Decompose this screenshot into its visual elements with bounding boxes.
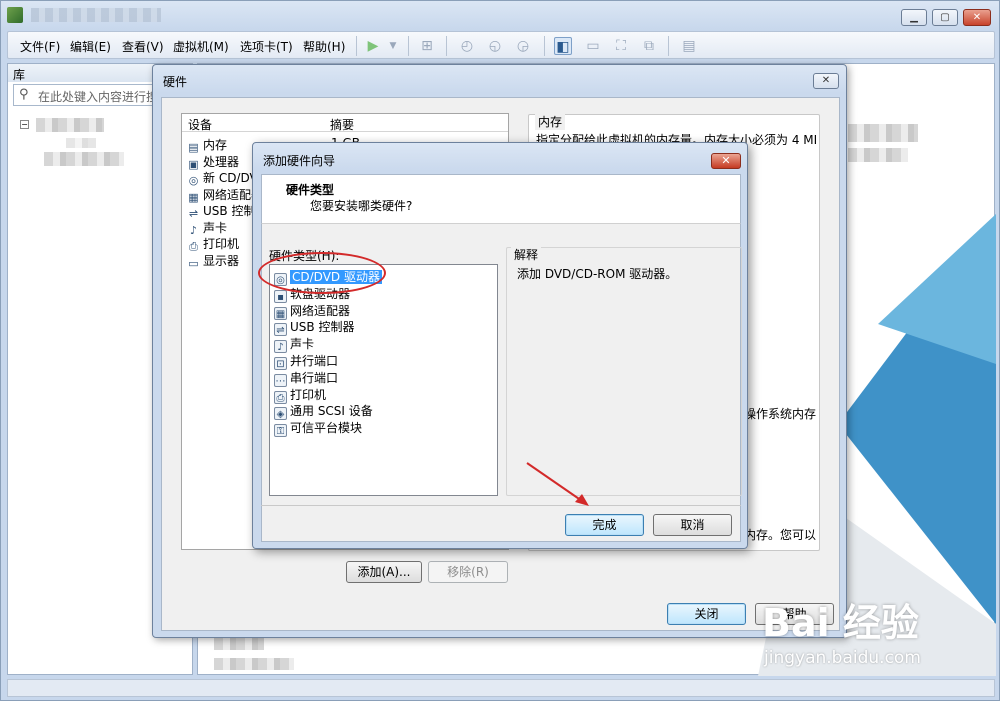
- window-title-blurred: [31, 8, 161, 22]
- menu-vm[interactable]: 虚拟机(M): [173, 38, 229, 55]
- annotation-ellipse: [258, 252, 386, 294]
- memory-title: 内存: [535, 113, 566, 130]
- hardware-type-item[interactable]: ⎙ 打印机: [274, 386, 327, 404]
- finish-button[interactable]: 完成: [565, 514, 644, 536]
- search-icon: ⚲: [19, 87, 29, 102]
- wizard-header: 硬件类型 您要安装哪类硬件?: [261, 174, 741, 224]
- hardware-type-label-text: 可信平台模块: [290, 421, 363, 436]
- device-name: 处理器: [203, 154, 240, 169]
- menu-edit[interactable]: 编辑(E): [70, 38, 111, 55]
- library-view-icon[interactable]: ◧: [554, 37, 572, 55]
- minimize-button[interactable]: ▁: [901, 9, 927, 26]
- hardware-type-list[interactable]: ◎ CD/DVD 驱动器 ▪ 软盘驱动器 ▦ 网络适配器 ⇌ USB 控制器 ♪ 声卡 ⊡ 并行端口 ⋯…: [269, 264, 498, 496]
- toolbar-separator: [668, 36, 669, 56]
- blurred-text: [848, 124, 918, 142]
- device-row[interactable]: ♪ 声卡: [187, 219, 228, 237]
- dialog-title: 硬件: [163, 75, 188, 89]
- memory-description-fragment: 操作系统内存: [744, 407, 817, 421]
- unity-icon[interactable]: ⧉: [640, 37, 658, 55]
- hardware-type-item[interactable]: ⚿ 可信平台模块: [274, 419, 363, 438]
- tree-item-blurred[interactable]: [36, 118, 104, 132]
- hardware-type-label-text: 并行端口: [290, 354, 339, 368]
- explanation-group: [506, 247, 742, 496]
- toolbar-separator: [356, 36, 357, 56]
- memory-description-fragment: 内存。您可以: [744, 528, 817, 542]
- hardware-type-item[interactable]: ⇌ USB 控制器: [274, 318, 355, 337]
- column-header-summary[interactable]: 摘要: [330, 116, 354, 133]
- blurred-text: [214, 658, 294, 670]
- cancel-button[interactable]: 取消: [653, 514, 732, 536]
- toolbar-separator: [544, 36, 545, 56]
- add-hardware-wizard: 添加硬件向导 ✕ 硬件类型 您要安装哪类硬件? 硬件类型(H): ◎ CD/DVD…: [252, 142, 748, 549]
- device-name: 打印机: [203, 237, 240, 251]
- maximize-button[interactable]: ▢: [932, 9, 958, 26]
- device-name: 显示器: [203, 253, 240, 268]
- snapshot-manager-icon[interactable]: ◶: [514, 37, 532, 55]
- status-bar: [7, 679, 995, 697]
- menu-view[interactable]: 查看(V): [122, 38, 164, 55]
- chevron-down-icon[interactable]: ▼: [384, 37, 402, 55]
- annotation-arrow-icon: [526, 462, 589, 506]
- baidu-jingyan-watermark: Bai 经验 jingyan.baidu.com: [762, 592, 994, 676]
- toolbar-separator: [408, 36, 409, 56]
- explanation-text: 添加 DVD/CD-ROM 驱动器。: [517, 267, 678, 281]
- console-view-icon[interactable]: ▤: [680, 37, 698, 55]
- watermark-brand: Bai 经验: [762, 601, 919, 645]
- hardware-type-label-text: 串行端口: [290, 370, 339, 385]
- revert-snapshot-icon[interactable]: ◵: [486, 37, 504, 55]
- app-icon: [7, 7, 23, 23]
- menu-file[interactable]: 文件(F): [20, 38, 60, 55]
- hardware-type-item[interactable]: ♪ 声卡: [274, 335, 315, 354]
- menu-tabs[interactable]: 选项卡(T): [240, 38, 293, 55]
- explanation-title: 解释: [511, 246, 542, 263]
- blurred-text: [214, 638, 264, 650]
- tree-item-blurred[interactable]: [44, 152, 124, 166]
- artwork-shape: [878, 214, 996, 364]
- trusted-platform-module-icon: ⚿: [274, 424, 287, 438]
- hardware-type-item[interactable]: ▦ 网络适配器: [274, 302, 351, 320]
- fullscreen-icon[interactable]: ⛶: [612, 37, 630, 55]
- blurred-text: [848, 148, 908, 162]
- tree-expander-icon[interactable]: −: [20, 120, 29, 129]
- tree-item-blurred: [66, 138, 96, 148]
- device-name: 内存: [203, 138, 228, 152]
- device-row[interactable]: ⎙ 打印机: [187, 235, 240, 253]
- send-keys-icon[interactable]: ⊞: [418, 37, 436, 55]
- toolbar-separator: [446, 36, 447, 56]
- hardware-type-item[interactable]: ⊡ 并行端口: [274, 352, 339, 370]
- hardware-type-label-text: 通用 SCSI 设备: [290, 404, 373, 419]
- device-row[interactable]: ▣ 处理器: [187, 153, 240, 171]
- wizard-footer-separator: [261, 505, 741, 506]
- device-row[interactable]: ▭ 显示器: [187, 252, 240, 270]
- remove-button[interactable]: 移除(R): [428, 561, 508, 583]
- toolbar: 文件(F) 编辑(E) 查看(V) 虚拟机(M) 选项卡(T) 帮助(H) ▶ …: [7, 31, 995, 59]
- hardware-type-item[interactable]: ◈ 通用 SCSI 设备: [274, 402, 373, 421]
- column-header-device[interactable]: 设备: [188, 116, 212, 133]
- device-list-header: 设备 摘要: [182, 114, 508, 132]
- power-on-icon[interactable]: ▶: [364, 37, 382, 55]
- wizard-title: 添加硬件向导: [263, 154, 336, 168]
- watermark-site: jingyan.baidu.com: [764, 648, 921, 668]
- menu-help[interactable]: 帮助(H): [303, 38, 345, 55]
- close-icon[interactable]: ✕: [711, 153, 741, 169]
- add-button[interactable]: 添加(A)...: [346, 561, 422, 583]
- hardware-type-label-text: 打印机: [290, 387, 327, 402]
- thumbnail-view-icon[interactable]: ▭: [584, 37, 602, 55]
- close-icon[interactable]: ✕: [813, 73, 839, 89]
- snapshot-icon[interactable]: ◴: [458, 37, 476, 55]
- hardware-type-label-text: 声卡: [290, 337, 315, 352]
- close-dialog-button[interactable]: 关闭: [667, 603, 746, 625]
- display-icon: ▭: [188, 256, 199, 270]
- close-button[interactable]: ✕: [963, 9, 991, 26]
- wizard-heading: 硬件类型: [286, 183, 335, 197]
- hardware-type-label-text: 网络适配器: [290, 303, 351, 318]
- search-placeholder: 在此处键入内容进行搜: [38, 90, 159, 104]
- hardware-type-item[interactable]: ⋯ 串行端口: [274, 369, 339, 387]
- wizard-subheading: 您要安装哪类硬件?: [310, 199, 413, 213]
- device-row[interactable]: ▤内存1 GB: [187, 136, 360, 154]
- device-name: 声卡: [203, 220, 228, 235]
- hardware-type-label-text: USB 控制器: [290, 320, 355, 335]
